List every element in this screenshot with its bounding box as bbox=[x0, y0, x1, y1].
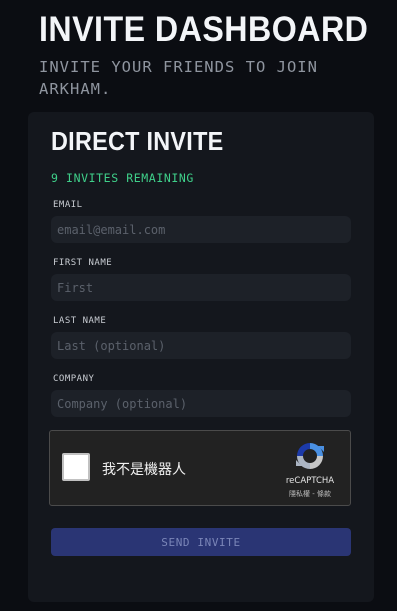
invites-remaining: 9 INVITES REMAINING bbox=[51, 171, 194, 185]
last-name-label: LAST NAME bbox=[53, 316, 107, 326]
first-name-label: FIRST NAME bbox=[53, 258, 113, 268]
card-title: DIRECT INVITE bbox=[51, 126, 224, 156]
recaptcha-privacy-terms-links[interactable]: 隱私權 - 條款 bbox=[272, 489, 348, 499]
recaptcha-brand: reCAPTCHA bbox=[285, 476, 335, 486]
recaptcha-widget: 我不是機器人 reCAPTCHA 隱私權 - 條款 bbox=[49, 430, 351, 506]
send-invite-button[interactable]: SEND INVITE bbox=[51, 528, 351, 556]
recaptcha-icon bbox=[296, 443, 324, 469]
first-name-field[interactable] bbox=[51, 274, 351, 301]
company-label: COMPANY bbox=[53, 374, 95, 384]
company-field[interactable] bbox=[51, 390, 351, 417]
captcha-label: 我不是機器人 bbox=[102, 462, 186, 478]
direct-invite-card: DIRECT INVITE 9 INVITES REMAINING EMAIL … bbox=[28, 112, 374, 602]
page-title: INVITE DASHBOARD bbox=[39, 10, 369, 49]
email-field[interactable] bbox=[51, 216, 351, 243]
page-subtitle: INVITE YOUR FRIENDS TO JOIN ARKHAM. bbox=[39, 58, 318, 98]
last-name-field[interactable] bbox=[51, 332, 351, 359]
email-label: EMAIL bbox=[53, 200, 83, 210]
captcha-checkbox[interactable] bbox=[62, 453, 90, 481]
